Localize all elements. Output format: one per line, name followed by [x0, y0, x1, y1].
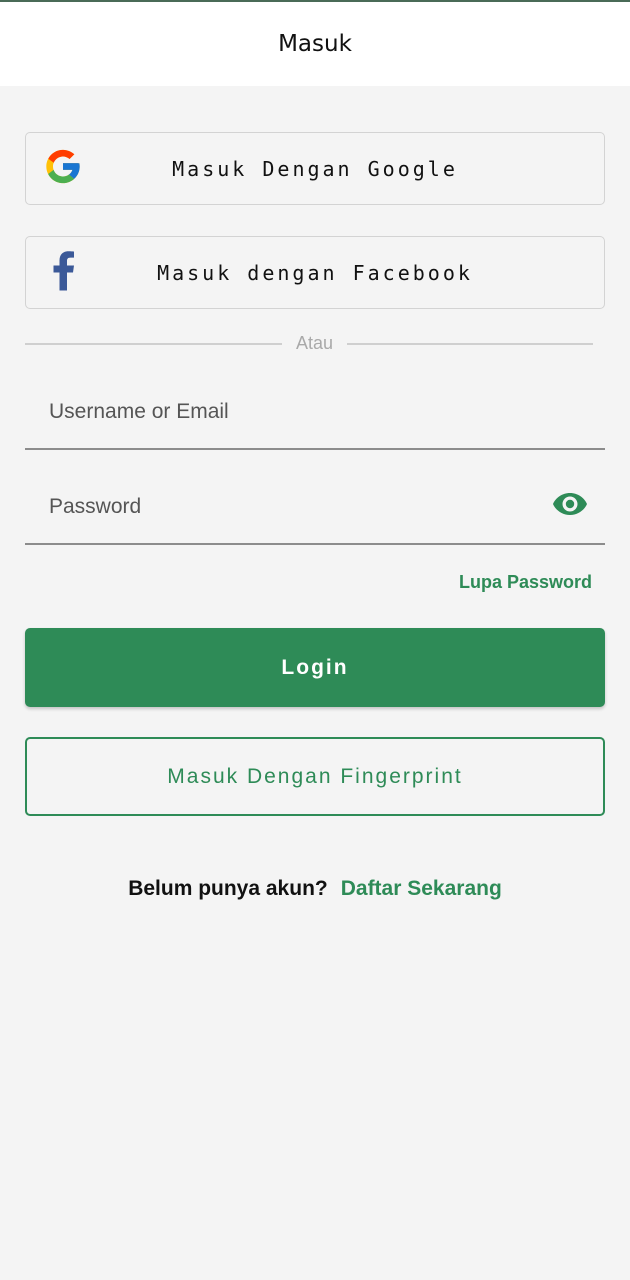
password-input[interactable]	[25, 470, 605, 543]
facebook-icon	[50, 250, 76, 295]
register-row: Belum punya akun? Daftar Sekarang	[0, 877, 630, 901]
register-link[interactable]: Daftar Sekarang	[341, 877, 502, 901]
divider-line-right	[347, 343, 593, 345]
google-icon	[43, 146, 83, 191]
login-button[interactable]: Login	[25, 628, 605, 707]
divider-label: Atau	[295, 333, 334, 353]
divider-line-left	[25, 343, 282, 345]
google-login-label: Masuk Dengan Google	[172, 156, 458, 181]
facebook-login-button[interactable]: Masuk dengan Facebook	[25, 236, 605, 309]
username-input[interactable]	[25, 375, 605, 448]
facebook-login-label: Masuk dengan Facebook	[157, 260, 473, 285]
page-title: Masuk	[278, 31, 352, 57]
google-login-button[interactable]: Masuk Dengan Google	[25, 132, 605, 205]
app-header: Masuk	[0, 2, 630, 86]
fingerprint-login-button[interactable]: Masuk Dengan Fingerprint	[25, 737, 605, 816]
register-question: Belum punya akun?	[128, 877, 328, 900]
username-field	[25, 375, 605, 450]
password-field	[25, 470, 605, 545]
eye-icon[interactable]	[553, 490, 587, 523]
forgot-password-link[interactable]: Lupa Password	[459, 572, 592, 593]
